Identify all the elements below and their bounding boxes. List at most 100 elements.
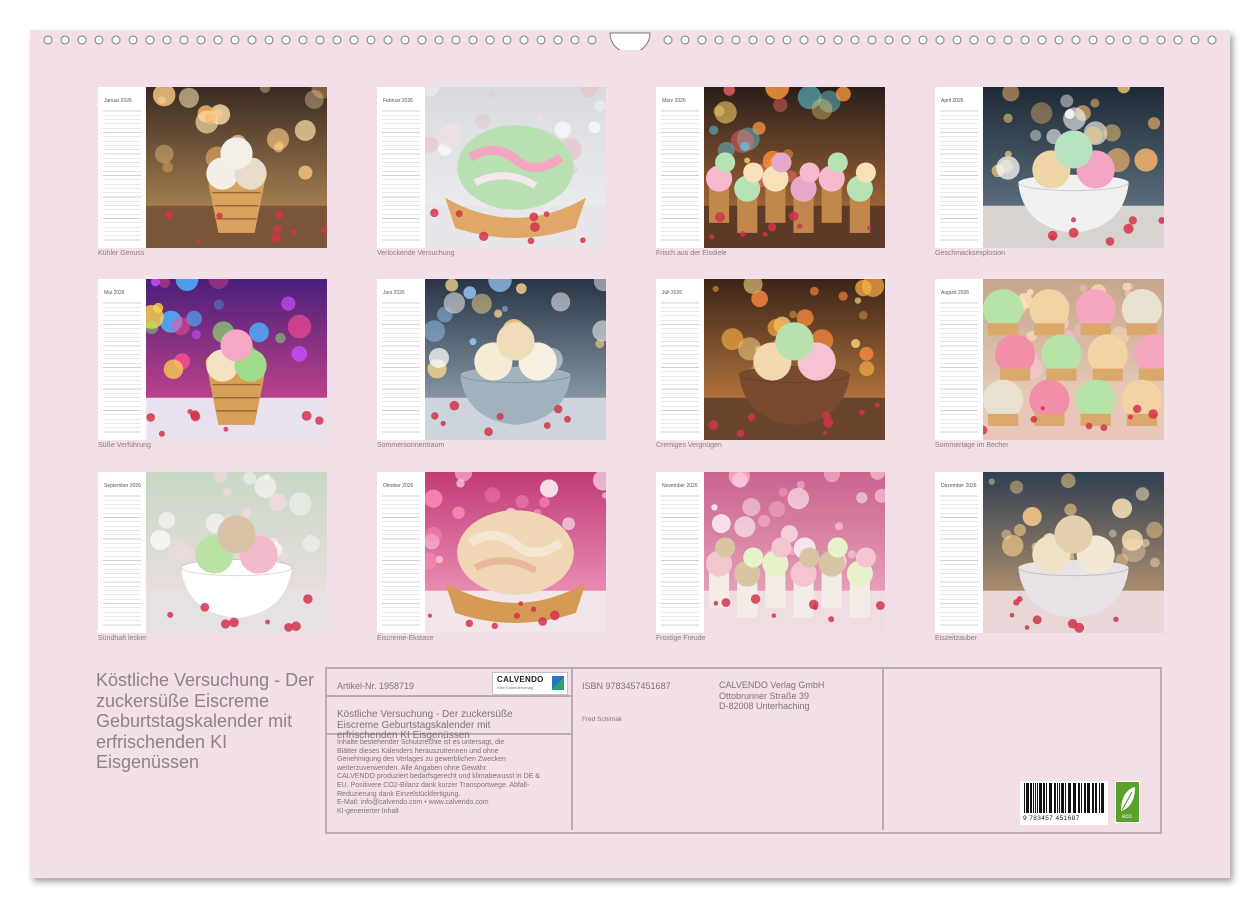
binding-ring <box>884 35 894 45</box>
publisher-line-2: Ottobrunner Straße 39 <box>719 691 810 701</box>
barcode-bar <box>1035 783 1036 813</box>
barcode-bar <box>1059 783 1060 813</box>
month-caption: Sommersonnentraum <box>377 442 445 449</box>
barcode-bar <box>1099 783 1100 813</box>
date-lines <box>661 299 699 434</box>
binding-ring <box>128 35 138 45</box>
binding-ring <box>485 35 495 45</box>
legal-line: Genehmigung des Verlages zu gewerblichen… <box>337 756 506 764</box>
binding-ring <box>1037 35 1047 45</box>
month-caption: Eiscreme-Ekstase <box>377 635 434 642</box>
month-list: September 2026 <box>98 472 146 633</box>
binding-ring <box>952 35 962 45</box>
binding-ring <box>434 35 444 45</box>
legal-text: Inhalte bestehender Schutzrechte ist es … <box>337 739 540 816</box>
legal-line: Inhalte bestehender Schutzrechte ist es … <box>337 739 505 746</box>
binding-ring <box>833 35 843 45</box>
binding-ring <box>417 35 427 45</box>
barcode-bar <box>1046 783 1047 813</box>
binding-ring <box>1020 35 1030 45</box>
binding-ring <box>748 35 758 45</box>
month-name: September 2026 <box>104 483 141 489</box>
month-photo <box>425 279 606 440</box>
month-photo <box>704 472 885 633</box>
binding-ring <box>179 35 189 45</box>
month-caption: Kühler Genuss <box>98 250 145 257</box>
product-title-line-1: Köstliche Versuchung - Der zuckersüße <box>337 709 513 720</box>
month-list: April 2026 <box>935 87 983 248</box>
binding-ring <box>247 35 257 45</box>
binding-ring <box>383 35 393 45</box>
month-name: Juli 2026 <box>662 290 683 296</box>
eco-text: eco <box>1122 814 1132 820</box>
month-name: Oktober 2026 <box>383 483 414 489</box>
isbn: ISBN 9783457451687 <box>582 681 671 691</box>
month-caption: Frostige Freude <box>656 635 706 642</box>
binding-ring <box>349 35 359 45</box>
date-lines <box>661 107 699 242</box>
month-photo <box>146 87 327 248</box>
date-lines <box>940 107 978 242</box>
publisher-line-3: D-82008 Unterhaching <box>719 701 810 711</box>
month-name: Juni 2026 <box>383 290 405 296</box>
barcode: 9 783457 451687 <box>1020 781 1108 825</box>
binding-ring <box>162 35 172 45</box>
barcode-bar <box>1092 783 1094 813</box>
binding-ring <box>901 35 911 45</box>
binding-ring <box>400 35 410 45</box>
date-lines <box>940 299 978 434</box>
binding-ring <box>799 35 809 45</box>
date-lines <box>103 492 141 627</box>
binding-ring <box>536 35 546 45</box>
barcode-bar <box>1084 783 1086 813</box>
month-name: November 2026 <box>662 483 698 489</box>
legal-line: CALVENDO produziert bedarfsgerecht und k… <box>337 773 540 781</box>
month-caption: Verlockende Versuchung <box>377 250 455 257</box>
month-name: Mai 2026 <box>104 290 125 296</box>
binding-ring <box>1156 35 1166 45</box>
month-photo <box>146 472 327 633</box>
month-list: November 2026 <box>656 472 704 633</box>
binding-ring <box>663 35 673 45</box>
month-photo <box>425 87 606 248</box>
binding-ring <box>1122 35 1132 45</box>
barcode-digits: 9 783457 451687 <box>1023 815 1080 822</box>
month-name: August 2026 <box>941 290 970 296</box>
binding-ring <box>1003 35 1013 45</box>
month-photo <box>983 279 1164 440</box>
month-caption: Geschmacksexplosion <box>935 250 1006 257</box>
month-caption: Eiszeitzauber <box>935 635 978 642</box>
binding-ring <box>969 35 979 45</box>
barcode-bar <box>1043 783 1045 813</box>
barcode-bar <box>1057 783 1058 813</box>
binding-ring <box>1105 35 1115 45</box>
barcode-bar <box>1095 783 1097 813</box>
month-caption: Cremiges Vergnügen <box>656 442 722 449</box>
binding-ring <box>1054 35 1064 45</box>
legal-line: E-Mail: info@calvendo.com • www.calvendo… <box>337 799 489 807</box>
barcode-bar <box>1087 783 1090 813</box>
month-list: Oktober 2026 <box>377 472 425 633</box>
date-lines <box>382 299 420 434</box>
month-photo <box>983 87 1164 248</box>
barcode-bar <box>1024 783 1025 813</box>
binding-ring <box>765 35 775 45</box>
legal-line: Reduzierung dank Einzelstückfertigung. <box>337 790 461 798</box>
barcode-bar <box>1081 783 1082 813</box>
month-name: März 2026 <box>662 98 686 104</box>
binding-ring <box>213 35 223 45</box>
legal-line: weiterzuverwenden. Alle Angaben ohne Gew… <box>337 764 488 772</box>
binding-ring <box>60 35 70 45</box>
binding-ring <box>1139 35 1149 45</box>
month-caption: Süße Verführung <box>98 442 151 449</box>
info-hline-1 <box>325 695 571 697</box>
binding-ring <box>298 35 308 45</box>
month-name: Dezember 2026 <box>941 483 977 489</box>
binding-ring <box>1190 35 1200 45</box>
binding-ring <box>918 35 928 45</box>
binding-ring <box>502 35 512 45</box>
barcode-bar <box>1061 783 1064 813</box>
barcode-bar <box>1068 783 1071 813</box>
binding-ring <box>264 35 274 45</box>
binding-ring <box>570 35 580 45</box>
